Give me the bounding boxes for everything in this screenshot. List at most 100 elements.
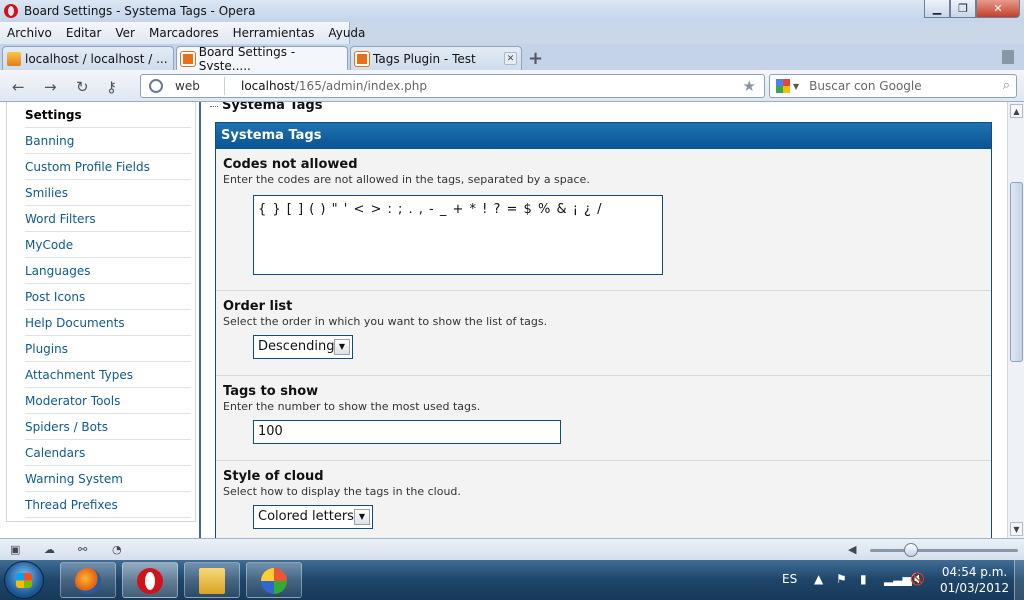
sidebar-item-help-documents[interactable]: Help Documents <box>25 310 191 336</box>
zoom-slider-handle[interactable] <box>904 543 918 557</box>
search-placeholder: Buscar con Google <box>809 79 922 93</box>
search-icon[interactable]: ⌕ <box>1003 78 1010 93</box>
taskbar-paint[interactable] <box>246 562 302 598</box>
sidebar-item-banning[interactable]: Banning <box>25 128 191 154</box>
close-button[interactable]: ✕ <box>976 0 1020 18</box>
tab-bar: localhost / localhost / ... Board Settin… <box>0 44 1024 73</box>
tab-tags-plugin[interactable]: Tags Plugin - Test ✕ <box>350 46 522 70</box>
language-indicator[interactable]: ES <box>782 572 797 586</box>
speed-dial-icon[interactable]: ◔ <box>112 543 126 556</box>
status-bar: ▣ ☁ ⚯ ◔ ◀ <box>0 538 1024 560</box>
bookmark-star-icon[interactable]: ★ <box>743 77 756 95</box>
start-button[interactable] <box>4 561 44 599</box>
taskbar-opera[interactable] <box>122 562 178 598</box>
sidebar-item-moderator-tools[interactable]: Moderator Tools <box>25 388 191 414</box>
minimize-button[interactable]: ▁ <box>924 0 950 18</box>
reload-icon[interactable]: ↻ <box>76 78 89 96</box>
panel-title: Systema Tags <box>216 123 991 149</box>
menu-archivo[interactable]: Archivo <box>0 26 59 40</box>
google-icon[interactable] <box>776 79 790 93</box>
network-signal-icon[interactable]: ▂▃▅ <box>884 572 912 586</box>
sidebar-item-languages[interactable]: Languages <box>25 258 191 284</box>
setting-description: Select the order in which you want to sh… <box>223 315 548 328</box>
sidebar-item-warning-system[interactable]: Warning System <box>25 466 191 492</box>
setting-label: Codes not allowed <box>223 157 358 172</box>
zoom-slider[interactable] <box>870 549 1018 552</box>
tab-board-settings[interactable]: Board Settings - Syste..... <box>176 45 348 73</box>
sidebar-item-smilies[interactable]: Smilies <box>25 180 191 206</box>
sidebar-item-calendars[interactable]: Calendars <box>25 440 191 466</box>
setting-label: Style of cloud <box>223 469 324 484</box>
order-select[interactable]: Descending ▼ <box>253 335 353 359</box>
xampp-favicon-icon <box>181 51 195 66</box>
scroll-up-icon[interactable]: ▲ <box>1010 104 1023 118</box>
sidebar-heading-settings[interactable]: Settings <box>25 102 191 128</box>
setting-description: Enter the codes are not allowed in the t… <box>223 173 590 186</box>
unite-icon[interactable]: ⚯ <box>78 543 92 556</box>
clock-date: 01/03/2012 <box>940 581 1010 595</box>
scroll-down-icon[interactable]: ▼ <box>1010 522 1023 536</box>
opera-icon <box>137 568 163 594</box>
vertical-scrollbar[interactable]: ▲ ▼ <box>1007 102 1024 538</box>
sidebar-item-attachment-types[interactable]: Attachment Types <box>25 362 191 388</box>
sidebar-item-plugins[interactable]: Plugins <box>25 336 191 362</box>
cloud-style-select[interactable]: Colored letters ▼ <box>253 505 373 529</box>
sidebar-item-mycode[interactable]: MyCode <box>25 232 191 258</box>
setting-codes-not-allowed: Codes not allowed Enter the codes are no… <box>216 149 991 291</box>
web-badge[interactable]: web <box>175 77 225 95</box>
sidebar-item-post-icons[interactable]: Post Icons <box>25 284 191 310</box>
setting-order-list: Order list Select the order in which you… <box>216 291 991 376</box>
zoom-out-icon[interactable]: ◀ <box>848 543 862 556</box>
tab-label: Tags Plugin - Test <box>373 51 476 66</box>
title-bar: Board Settings - Systema Tags - Opera ▁ … <box>0 0 1024 22</box>
show-hidden-icons-icon[interactable]: ▲ <box>814 572 823 586</box>
taskbar-firefox[interactable] <box>60 562 116 598</box>
show-desktop-button[interactable] <box>1014 560 1024 600</box>
chevron-down-icon[interactable]: ▼ <box>334 339 350 355</box>
clock-time: 04:54 p.m. <box>941 565 1008 579</box>
firefox-icon <box>75 568 101 594</box>
window-title: Board Settings - Systema Tags - Opera <box>24 4 256 18</box>
address-toolbar: ← → ↻ ⚷ web localhost/165/admin/index.ph… <box>0 70 1024 102</box>
sidebar-item-spiders-bots[interactable]: Spiders / Bots <box>25 414 191 440</box>
sidebar-item-custom-profile-fields[interactable]: Custom Profile Fields <box>25 154 191 180</box>
system-clock[interactable]: 04:54 p.m. 01/03/2012 <box>940 564 1009 596</box>
menu-editar[interactable]: Editar <box>59 26 109 40</box>
xampp-favicon-icon <box>355 51 369 66</box>
new-tab-button[interactable]: + <box>528 48 543 69</box>
codes-textarea[interactable]: { } [ ] ( ) " ' < > : ; . , - _ + * ! ? … <box>253 195 663 275</box>
menu-ver[interactable]: Ver <box>108 26 142 40</box>
sidebar-item-thread-prefixes[interactable]: Thread Prefixes <box>25 492 191 518</box>
panel-toggle-icon[interactable]: ▣ <box>10 543 24 556</box>
url-text: localhost/165/admin/index.php <box>241 79 427 93</box>
tags-to-show-input[interactable]: 100 <box>253 420 561 444</box>
section-title: Systema Tags <box>209 102 322 113</box>
key-icon[interactable]: ⚷ <box>106 78 117 96</box>
maximize-button[interactable]: ❐ <box>950 0 976 18</box>
settings-panel: Systema Tags Codes not allowed Enter the… <box>215 122 992 538</box>
tab-phpmyadmin[interactable]: localhost / localhost / ... <box>2 46 174 70</box>
opera-logo-icon <box>4 4 18 18</box>
back-icon[interactable]: ← <box>12 78 25 96</box>
trash-icon[interactable] <box>1002 50 1014 64</box>
chevron-down-icon[interactable]: ▼ <box>793 82 799 91</box>
volume-muted-icon[interactable]: 🔇 <box>910 572 925 586</box>
globe-icon <box>149 79 163 93</box>
menu-bar: Archivo Editar Ver Marcadores Herramient… <box>0 22 365 44</box>
close-tab-icon[interactable]: ✕ <box>504 52 517 65</box>
action-center-flag-icon[interactable]: ⚑ <box>836 572 847 586</box>
url-path: /165/admin/index.php <box>294 79 427 93</box>
power-icon[interactable]: ▮ <box>860 572 867 586</box>
taskbar-explorer[interactable] <box>184 562 240 598</box>
sidebar-item-word-filters[interactable]: Word Filters <box>25 206 191 232</box>
menu-herramientas[interactable]: Herramientas <box>226 26 322 40</box>
forward-icon[interactable]: → <box>44 78 57 96</box>
scroll-thumb[interactable] <box>1010 182 1023 362</box>
chevron-down-icon[interactable]: ▼ <box>354 509 370 525</box>
search-field[interactable]: ▼ Buscar con Google ⌕ <box>769 74 1017 98</box>
turbo-cloud-icon[interactable]: ☁ <box>44 543 58 556</box>
menu-marcadores[interactable]: Marcadores <box>142 26 226 40</box>
paint-icon <box>261 568 287 594</box>
menu-ayuda[interactable]: Ayuda <box>321 26 372 40</box>
address-field[interactable]: web localhost/165/admin/index.php ★ <box>140 74 765 98</box>
